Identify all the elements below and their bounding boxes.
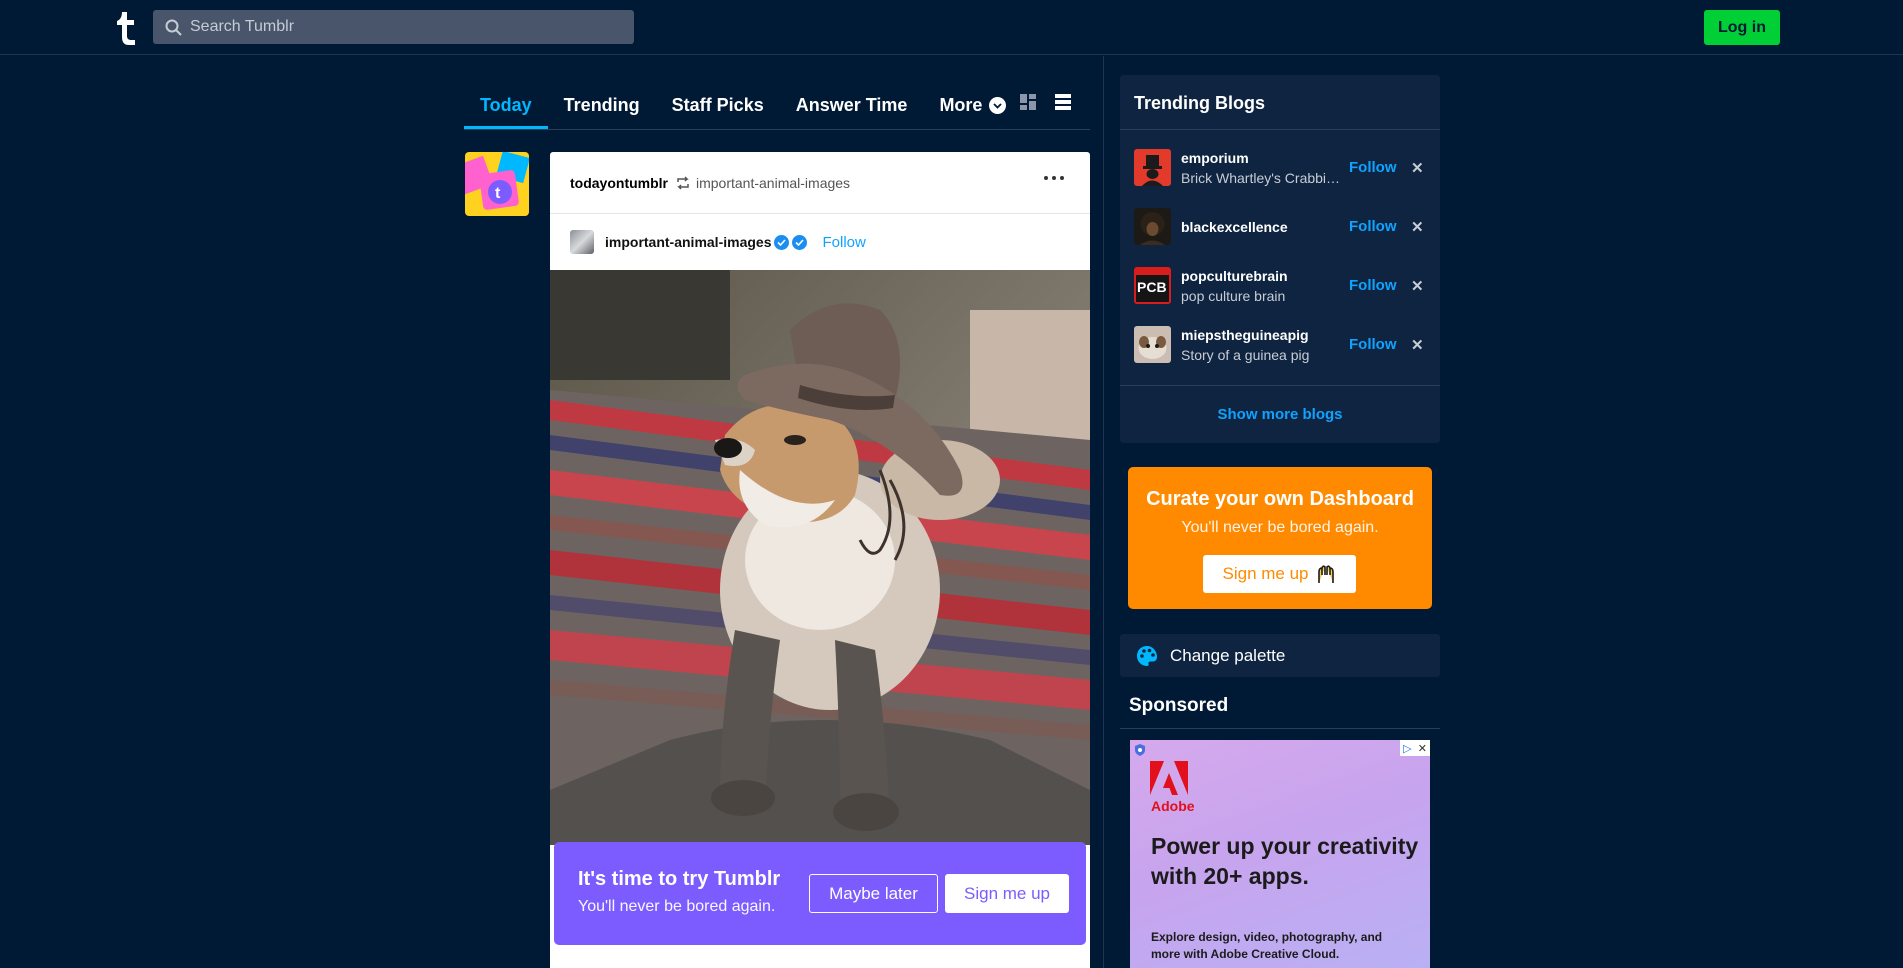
adobe-logo-icon xyxy=(1150,761,1188,795)
sponsored-divider xyxy=(1120,728,1440,729)
curate-dashboard-card: Curate your own Dashboard You'll never b… xyxy=(1128,467,1432,609)
dismiss-icon[interactable]: ✕ xyxy=(1411,277,1424,295)
palette-icon xyxy=(1137,645,1157,666)
tab-more[interactable]: More xyxy=(923,76,1022,129)
try-banner-subtitle: You'll never be bored again. xyxy=(578,898,776,915)
tab-answer-time[interactable]: Answer Time xyxy=(780,76,924,129)
trending-blog-item[interactable]: miepstheguineapig Story of a guinea pig … xyxy=(1120,315,1440,374)
masonry-view-icon[interactable] xyxy=(1019,93,1037,111)
try-banner-title: It's time to try Tumblr xyxy=(578,868,781,890)
trending-blog-desc: Brick Whartley's Crabbing Emporium xyxy=(1181,169,1346,186)
login-button[interactable]: Log in xyxy=(1704,10,1780,45)
verified-badge-icon xyxy=(792,234,808,250)
svg-text:PCB: PCB xyxy=(1137,279,1167,295)
ad-choices-icon[interactable]: ▷ ✕ xyxy=(1400,740,1430,756)
tab-today[interactable]: Today xyxy=(464,76,548,129)
post-photo[interactable] xyxy=(550,270,1090,845)
shield-icon xyxy=(1135,744,1145,756)
trending-blog-name: emporium xyxy=(1181,149,1249,166)
change-palette-button[interactable]: Change palette xyxy=(1120,634,1440,677)
curate-button-label: Sign me up xyxy=(1222,564,1309,583)
maybe-later-button[interactable]: Maybe later xyxy=(809,874,938,913)
show-more-blogs-link[interactable]: Show more blogs xyxy=(1120,385,1440,443)
dismiss-icon[interactable]: ✕ xyxy=(1411,159,1424,177)
source-blog-name[interactable]: important-animal-images xyxy=(605,234,771,250)
follow-button[interactable]: Follow xyxy=(1349,336,1397,353)
trending-blog-item[interactable]: PCB popculturebrain pop culture brain Fo… xyxy=(1120,256,1440,315)
trending-blogs-title: Trending Blogs xyxy=(1120,75,1440,130)
tumblr-logo-icon[interactable] xyxy=(114,10,138,46)
follow-button[interactable]: Follow xyxy=(1349,218,1397,235)
reblog-icon xyxy=(677,175,689,190)
follow-source-link[interactable]: Follow xyxy=(822,234,865,251)
reblogged-from[interactable]: important-animal-images xyxy=(696,175,850,191)
dismiss-icon[interactable]: ✕ xyxy=(1411,336,1424,354)
trending-blog-desc: pop culture brain xyxy=(1181,287,1286,304)
explore-tabs: Today Trending Staff Picks Answer Time M… xyxy=(464,76,1090,130)
tab-trending[interactable]: Trending xyxy=(548,76,656,129)
blog-avatar: PCB xyxy=(1134,267,1171,304)
blog-avatar xyxy=(1134,149,1171,186)
trending-blog-item[interactable]: emporium Brick Whartley's Crabbing Empor… xyxy=(1120,138,1440,197)
verified-badge-icon xyxy=(774,234,790,250)
source-avatar[interactable] xyxy=(570,230,594,254)
sponsored-heading: Sponsored xyxy=(1129,695,1229,716)
search-input[interactable] xyxy=(190,18,610,36)
trending-blog-item[interactable]: blackexcellence Follow ✕ xyxy=(1120,197,1440,256)
raised-hands-icon xyxy=(1317,565,1334,583)
blog-avatar xyxy=(1134,326,1171,363)
dismiss-icon[interactable]: ✕ xyxy=(1411,218,1424,236)
trending-blog-name: blackexcellence xyxy=(1181,218,1288,235)
search-icon xyxy=(165,19,182,36)
ad-headline: Power up your creativity with 20+ apps. xyxy=(1151,833,1419,889)
svg-text:t: t xyxy=(495,185,501,202)
curate-sign-me-up-button[interactable]: Sign me up xyxy=(1203,555,1356,593)
tab-more-label: More xyxy=(939,95,983,115)
reblog-trail: important-animal-images Follow xyxy=(550,214,1090,270)
change-palette-label: Change palette xyxy=(1170,645,1286,665)
trending-blogs-list: emporium Brick Whartley's Crabbing Empor… xyxy=(1120,130,1440,374)
ad-body: Explore design, video, photography, and … xyxy=(1151,930,1383,961)
sidebar-divider xyxy=(1103,56,1104,968)
follow-button[interactable]: Follow xyxy=(1349,159,1397,176)
trending-blogs-panel: Trending Blogs emporium Brick Whartley's… xyxy=(1120,75,1440,443)
blog-avatar xyxy=(1134,208,1171,245)
trending-blog-desc: Story of a guinea pig xyxy=(1181,346,1310,363)
ad-brand: Adobe xyxy=(1151,798,1195,814)
follow-button[interactable]: Follow xyxy=(1349,277,1397,294)
trending-blog-name: popculturebrain xyxy=(1181,267,1288,284)
top-bar: Log in xyxy=(0,0,1903,55)
curate-subtitle: You'll never be bored again. xyxy=(1181,519,1379,536)
try-tumblr-banner: It's time to try Tumblr You'll never be … xyxy=(554,842,1086,945)
sponsored-ad[interactable]: ▷ ✕ Adobe Power up your creativity with 2… xyxy=(1130,740,1430,968)
post-header: todayontumblr important-animal-images xyxy=(550,152,1090,214)
search-bar[interactable] xyxy=(153,10,634,44)
curate-title: Curate your own Dashboard xyxy=(1146,488,1414,510)
chevron-down-icon xyxy=(989,97,1007,114)
blog-avatar[interactable]: t xyxy=(465,152,529,216)
list-view-icon[interactable] xyxy=(1054,93,1072,111)
sign-me-up-button[interactable]: Sign me up xyxy=(945,874,1069,913)
post-blog-name[interactable]: todayontumblr xyxy=(570,175,668,191)
trending-blog-name: miepstheguineapig xyxy=(1181,326,1309,343)
more-options-icon[interactable] xyxy=(1044,176,1064,180)
tab-staff-picks[interactable]: Staff Picks xyxy=(656,76,780,129)
